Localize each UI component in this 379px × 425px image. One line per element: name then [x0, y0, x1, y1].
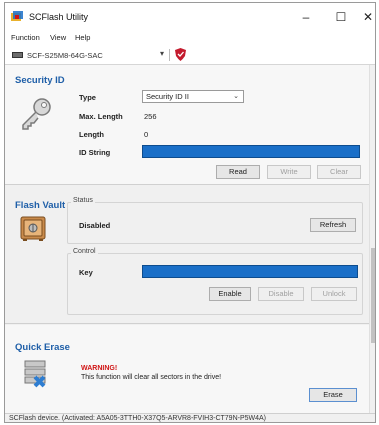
- menu-view[interactable]: View: [50, 33, 66, 42]
- device-select[interactable]: SCF-S25M8-64G-SAC: [27, 51, 103, 60]
- length-label: Length: [79, 130, 104, 139]
- enable-button[interactable]: Enable: [209, 287, 251, 301]
- menu-help[interactable]: Help: [75, 33, 90, 42]
- app-logo-icon: [11, 11, 23, 21]
- main-content: Security ID Type Security ID II ⌄ Max. L…: [5, 65, 369, 413]
- write-button[interactable]: Write: [267, 165, 311, 179]
- status-bar: SCFlash device. (Activated: A5A05-3TTH0-…: [5, 413, 375, 422]
- scrollbar[interactable]: [369, 65, 375, 413]
- status-group-label: Status: [71, 197, 95, 204]
- type-label: Type: [79, 93, 96, 102]
- length-value: 0: [144, 130, 149, 139]
- toolbar-divider: [169, 49, 170, 61]
- drive-icon: [12, 52, 23, 58]
- vault-status-value: Disabled: [79, 221, 111, 230]
- shield-icon[interactable]: [175, 48, 186, 61]
- vault-icon: [20, 216, 46, 241]
- type-select[interactable]: Security ID II ⌄: [142, 90, 244, 103]
- erase-warning: WARNING!: [81, 365, 118, 372]
- quick-erase-section: Quick Erase WARNING! This function will …: [5, 325, 369, 413]
- erase-button[interactable]: Erase: [309, 388, 357, 402]
- erase-message: This function will clear all sectors in …: [81, 374, 222, 381]
- window-title: SCFlash Utility: [29, 12, 89, 22]
- disable-button[interactable]: Disable: [258, 287, 304, 301]
- security-id-section: Security ID Type Security ID II ⌄ Max. L…: [5, 65, 369, 185]
- security-id-title: Security ID: [15, 75, 65, 86]
- read-button[interactable]: Read: [216, 165, 260, 179]
- chevron-down-icon: ⌄: [233, 93, 239, 100]
- max-length-value: 256: [144, 112, 157, 121]
- control-group: [67, 253, 363, 315]
- type-select-value: Security ID II: [146, 92, 189, 101]
- menu-bar: Function View Help: [5, 31, 375, 45]
- quick-erase-title: Quick Erase: [15, 342, 70, 353]
- max-length-label: Max. Length: [79, 112, 123, 121]
- id-string-label: ID String: [79, 148, 111, 157]
- unlock-button[interactable]: Unlock: [311, 287, 357, 301]
- status-text: SCFlash device. (Activated: A5A05-3TTH0-…: [9, 415, 267, 422]
- id-string-input[interactable]: [142, 145, 360, 158]
- maximize-button[interactable]: ☐: [326, 8, 356, 26]
- minimize-button[interactable]: –: [291, 8, 321, 26]
- refresh-button[interactable]: Refresh: [310, 218, 356, 232]
- flash-vault-title: Flash Vault: [15, 200, 66, 211]
- erase-icon: [24, 360, 46, 388]
- key-input[interactable]: [142, 265, 358, 278]
- device-toolbar: SCF-S25M8-64G-SAC ▾: [5, 45, 375, 65]
- app-window: SCFlash Utility – ☐ ✕ Function View Help…: [4, 2, 376, 423]
- key-label: Key: [79, 268, 93, 277]
- title-bar: SCFlash Utility – ☐ ✕: [5, 3, 375, 31]
- control-group-label: Control: [71, 248, 98, 255]
- flash-vault-section: Flash Vault Status Disabled Refresh Cont…: [5, 186, 369, 324]
- clear-button[interactable]: Clear: [317, 165, 361, 179]
- chevron-down-icon[interactable]: ▾: [160, 49, 164, 58]
- close-button[interactable]: ✕: [359, 8, 375, 26]
- scrollbar-thumb[interactable]: [371, 248, 375, 343]
- key-icon: [22, 98, 51, 130]
- menu-function[interactable]: Function: [11, 33, 40, 42]
